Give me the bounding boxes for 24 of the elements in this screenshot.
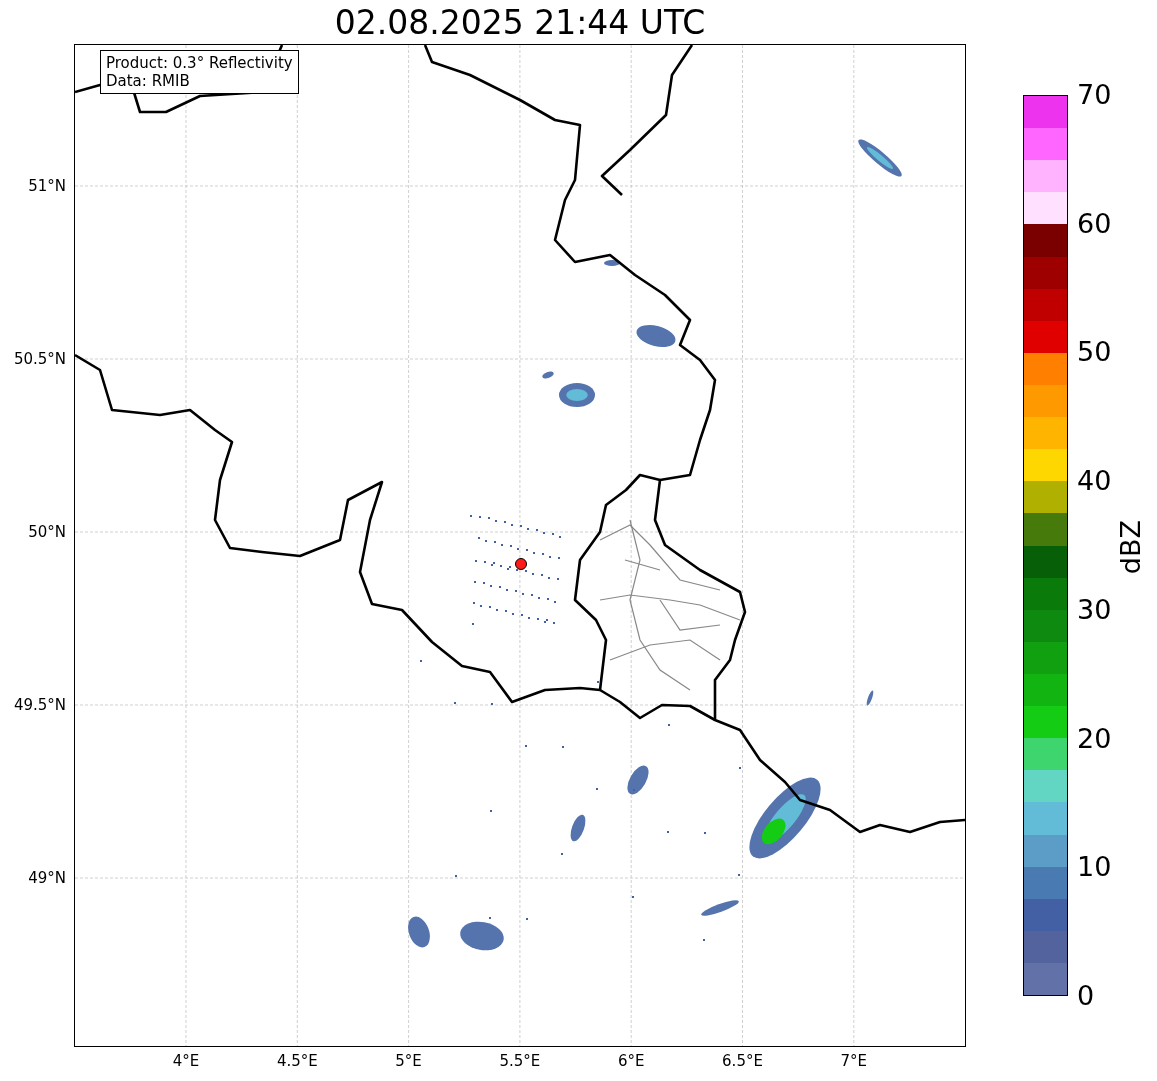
longitude-label: 6.5°E <box>721 1052 764 1070</box>
colorbar-tick-label: 40 <box>1077 465 1112 498</box>
longitude-label: 6°E <box>616 1052 646 1070</box>
colorbar-tick-label: 0 <box>1077 980 1095 1012</box>
longitude-label: 4°E <box>171 1052 201 1070</box>
longitude-label: 5°E <box>394 1052 423 1070</box>
colorbar-tick-label: 50 <box>1077 336 1112 369</box>
latitude-label: 50°N <box>28 523 66 541</box>
latitude-label: 49°N <box>28 869 66 887</box>
colorbar-tick-label: 60 <box>1077 207 1112 240</box>
latitude-label: 49.5°N <box>13 696 66 714</box>
longitude-label: 7°E <box>839 1052 869 1070</box>
colorbar-tick-label: 70 <box>1077 79 1112 111</box>
latitude-label: 50.5°N <box>13 350 66 368</box>
longitude-label: 4.5°E <box>275 1052 319 1070</box>
info-text: Data: RMIB <box>106 72 191 90</box>
latitude-label: 51°N <box>28 177 66 195</box>
info-text: Product: 0.3° Reflectivity <box>106 54 293 72</box>
longitude-label: 5.5°E <box>498 1052 542 1070</box>
colorbar-label: dBZ <box>1115 520 1147 575</box>
colorbar-tick-label: 10 <box>1077 851 1112 884</box>
colorbar-tick-label: 20 <box>1077 722 1112 755</box>
chart-title: 02.08.2025 21:44 UTC <box>333 3 707 43</box>
colorbar-tick-label: 30 <box>1077 593 1112 626</box>
